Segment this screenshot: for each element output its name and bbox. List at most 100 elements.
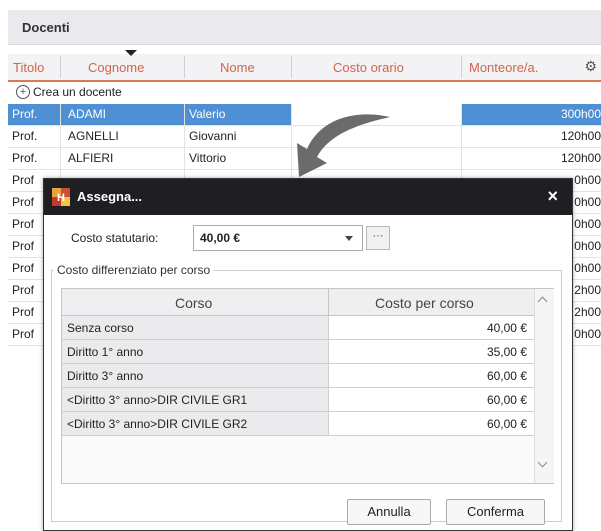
create-teacher-label: Crea un docente <box>33 85 122 99</box>
cell-monteore: 0h00 <box>574 261 601 275</box>
cell-nome: Vittorio <box>189 151 227 165</box>
header-corso[interactable]: Corso <box>175 295 212 311</box>
cell-monteore: 300h00 <box>560 107 601 121</box>
svg-text:H: H <box>57 192 65 204</box>
panel-title-bar: Docenti <box>8 10 601 45</box>
course-name: <Diritto 3° anno>DIR CIVILE GR1 <box>67 393 248 407</box>
course-cost: 40,00 € <box>486 321 527 335</box>
cell-divider <box>461 126 462 147</box>
chevron-down-icon <box>345 236 353 241</box>
cell-nome: Giovanni <box>189 129 237 143</box>
cell-divider <box>461 148 462 169</box>
scrollbar[interactable] <box>534 289 554 483</box>
course-name: Diritto 1° anno <box>67 345 144 359</box>
header-costo[interactable]: Costo per corso <box>375 295 474 311</box>
course-cost: 60,00 € <box>486 393 527 407</box>
course-cell: Senza corso <box>62 316 329 339</box>
cell-titolo: Prof <box>12 261 35 275</box>
row-selection <box>8 104 291 125</box>
app-logo-icon: H <box>52 188 70 206</box>
column-cognome[interactable]: Cognome <box>88 60 144 75</box>
table-row[interactable]: <Diritto 3° anno>DIR CIVILE GR1 60,00 € <box>62 388 534 412</box>
cost-cell[interactable]: 60,00 € <box>329 364 534 387</box>
cell-cognome: ADAMI <box>68 107 107 121</box>
course-cell: <Diritto 3° anno>DIR CIVILE GR2 <box>62 412 329 435</box>
confirm-button[interactable]: Conferma <box>446 499 545 525</box>
cost-cell[interactable]: 60,00 € <box>329 388 534 411</box>
column-monteore[interactable]: Monteore/a. <box>469 60 538 75</box>
cell-titolo: Prof <box>12 195 35 209</box>
cell-divider <box>184 126 185 147</box>
dialog-titlebar[interactable]: H Assegna... × <box>44 179 572 215</box>
course-cell: <Diritto 3° anno>DIR CIVILE GR1 <box>62 388 329 411</box>
cost-cell[interactable]: 40,00 € <box>329 316 534 339</box>
course-cell: Diritto 3° anno <box>62 364 329 387</box>
assign-dialog: H Assegna... × Costo statutario: 40,00 €… <box>43 178 573 531</box>
column-header-row: Titolo Cognome Nome Costo orario Monteor… <box>8 50 601 82</box>
course-cost-table: Corso Costo per corso Senza corso 40,00 €… <box>61 288 554 484</box>
more-options-button[interactable]: ··· <box>366 226 390 250</box>
course-name: Diritto 3° anno <box>67 369 144 383</box>
cell-monteore: 2h00 <box>574 283 601 297</box>
cell-monteore: 0h00 <box>574 239 601 253</box>
cell-titolo: Prof. <box>12 129 38 143</box>
column-divider <box>184 56 185 78</box>
course-cost: 60,00 € <box>486 417 527 431</box>
cell-monteore: 0h00 <box>574 327 601 341</box>
cell-divider <box>461 104 462 125</box>
table-row[interactable]: Diritto 3° anno 60,00 € <box>62 364 534 388</box>
cell-divider <box>60 104 61 125</box>
cost-cell[interactable]: 35,00 € <box>329 340 534 363</box>
course-cost: 60,00 € <box>486 369 527 383</box>
cell-monteore: 0h00 <box>574 173 601 187</box>
cell-divider <box>60 148 61 169</box>
close-icon[interactable]: × <box>547 186 558 207</box>
column-titolo[interactable]: Titolo <box>13 60 44 75</box>
cell-titolo: Prof. <box>12 107 38 121</box>
group-legend: Costo differenziato per corso <box>54 263 214 277</box>
column-divider <box>291 56 292 78</box>
header-divider <box>328 289 329 315</box>
cost-cell[interactable]: 60,00 € <box>329 412 534 435</box>
course-name: <Diritto 3° anno>DIR CIVILE GR2 <box>67 417 248 431</box>
column-divider <box>60 56 61 78</box>
course-cost: 35,00 € <box>486 345 527 359</box>
costo-statutario-label: Costo statutario: <box>71 231 159 245</box>
create-teacher-row[interactable]: + Crea un docente <box>8 82 601 102</box>
cell-monteore: 0h00 <box>574 195 601 209</box>
table-header: Corso Costo per corso <box>62 289 534 316</box>
course-name: Senza corso <box>67 321 134 335</box>
panel-title: Docenti <box>22 20 70 35</box>
table-row[interactable]: Diritto 1° anno 35,00 € <box>62 340 534 364</box>
cell-titolo: Prof <box>12 327 35 341</box>
dialog-title: Assegna... <box>77 189 143 204</box>
table-row[interactable]: <Diritto 3° anno>DIR CIVILE GR2 60,00 € <box>62 412 534 436</box>
cell-titolo: Prof <box>12 173 35 187</box>
cell-titolo: Prof <box>12 283 35 297</box>
cell-titolo: Prof <box>12 217 35 231</box>
cell-titolo: Prof. <box>12 151 38 165</box>
column-nome[interactable]: Nome <box>220 60 255 75</box>
cell-monteore: 120h00 <box>560 151 601 165</box>
column-divider <box>461 56 462 78</box>
plus-circle-icon: + <box>16 85 30 99</box>
cell-divider <box>184 148 185 169</box>
cell-divider <box>184 104 185 125</box>
gear-icon[interactable]: ⚙ <box>584 58 597 75</box>
table-row[interactable]: Senza corso 40,00 € <box>62 316 534 340</box>
course-cell: Diritto 1° anno <box>62 340 329 363</box>
scroll-up-icon[interactable] <box>537 296 548 307</box>
cell-titolo: Prof <box>12 239 35 253</box>
cancel-button[interactable]: Annulla <box>347 499 431 525</box>
cell-cognome: AGNELLI <box>68 129 119 143</box>
cell-monteore: 120h00 <box>560 129 601 143</box>
sort-indicator-icon <box>125 50 137 56</box>
costo-statutario-value: 40,00 € <box>200 231 241 245</box>
cell-nome: Valerio <box>189 107 226 121</box>
cell-cognome: ALFIERI <box>68 151 114 165</box>
cell-monteore: 0h00 <box>574 217 601 231</box>
costo-statutario-select[interactable]: 40,00 € <box>193 225 363 251</box>
scroll-down-icon[interactable] <box>537 457 548 468</box>
column-costo-orario[interactable]: Costo orario <box>333 60 404 75</box>
cell-titolo: Prof <box>12 305 35 319</box>
